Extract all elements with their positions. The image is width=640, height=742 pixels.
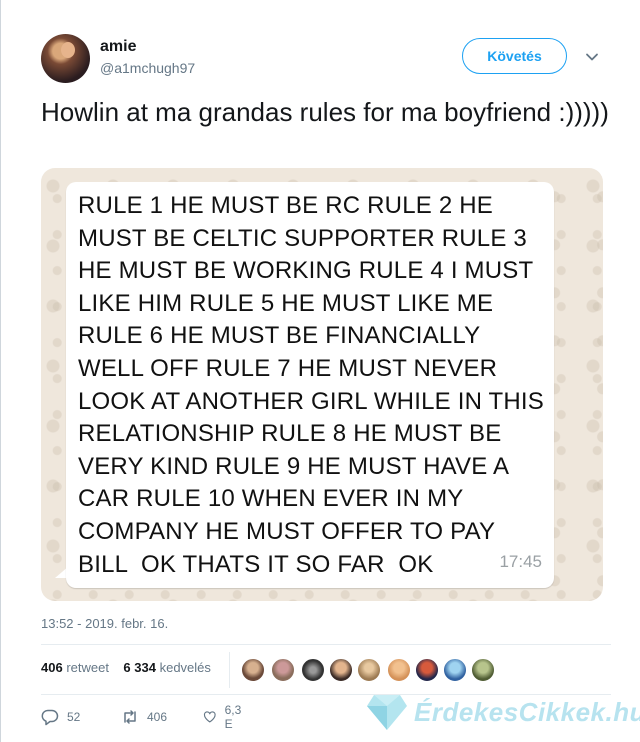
- reply-button[interactable]: 52: [41, 706, 80, 728]
- tweet-image[interactable]: RULE 1 HE MUST BE RC RULE 2 HE MUST BE C…: [41, 168, 603, 601]
- chat-bubble: RULE 1 HE MUST BE RC RULE 2 HE MUST BE C…: [66, 182, 554, 588]
- watermark-text: ÉrdekesCikkek.hu: [414, 696, 640, 727]
- retweet-count: 406: [147, 710, 168, 724]
- chat-message-text: RULE 1 HE MUST BE RC RULE 2 HE MUST BE C…: [78, 192, 545, 578]
- liker-avatar[interactable]: [387, 658, 411, 682]
- divider: [41, 644, 611, 645]
- display-name[interactable]: amie: [100, 38, 136, 56]
- tweet-text: Howlin at ma grandas rules for ma boyfri…: [41, 97, 609, 127]
- chat-message-time: 17:45: [499, 552, 542, 571]
- chevron-down-icon[interactable]: [585, 50, 599, 64]
- reply-count: 52: [67, 710, 81, 724]
- tweet-stats: 406 retweet 6 334 kedvelés: [41, 660, 211, 675]
- retweets-label[interactable]: retweet: [66, 660, 109, 675]
- likes-count[interactable]: 6 334: [123, 660, 156, 675]
- likes-label[interactable]: kedvelés: [160, 660, 211, 675]
- user-handle[interactable]: @a1mchugh97: [100, 60, 195, 76]
- stats-divider: [229, 652, 230, 688]
- retweet-button[interactable]: 406: [121, 706, 167, 728]
- diamond-logo-icon: [367, 695, 407, 730]
- liker-avatar[interactable]: [415, 658, 439, 682]
- retweet-icon: [124, 710, 136, 724]
- liker-avatar[interactable]: [329, 658, 353, 682]
- retweets-count[interactable]: 406: [41, 660, 63, 675]
- liker-avatar[interactable]: [271, 658, 295, 682]
- watermark: ÉrdekesCikkek.hu: [366, 692, 640, 732]
- follow-button[interactable]: Követés: [462, 38, 567, 74]
- tweet-timestamp[interactable]: 13:52 - 2019. febr. 16.: [41, 616, 168, 631]
- like-count: 6,3 E: [224, 703, 242, 731]
- heart-icon: [203, 711, 216, 723]
- liker-avatar[interactable]: [301, 658, 325, 682]
- reply-icon: [41, 709, 59, 726]
- liker-avatar[interactable]: [357, 658, 381, 682]
- liker-avatar[interactable]: [471, 658, 495, 682]
- page-left-border: [0, 0, 1, 742]
- liker-avatar[interactable]: [443, 658, 467, 682]
- like-button[interactable]: 6,3 E: [203, 703, 246, 731]
- liker-avatar[interactable]: [241, 658, 265, 682]
- avatar[interactable]: [41, 34, 90, 83]
